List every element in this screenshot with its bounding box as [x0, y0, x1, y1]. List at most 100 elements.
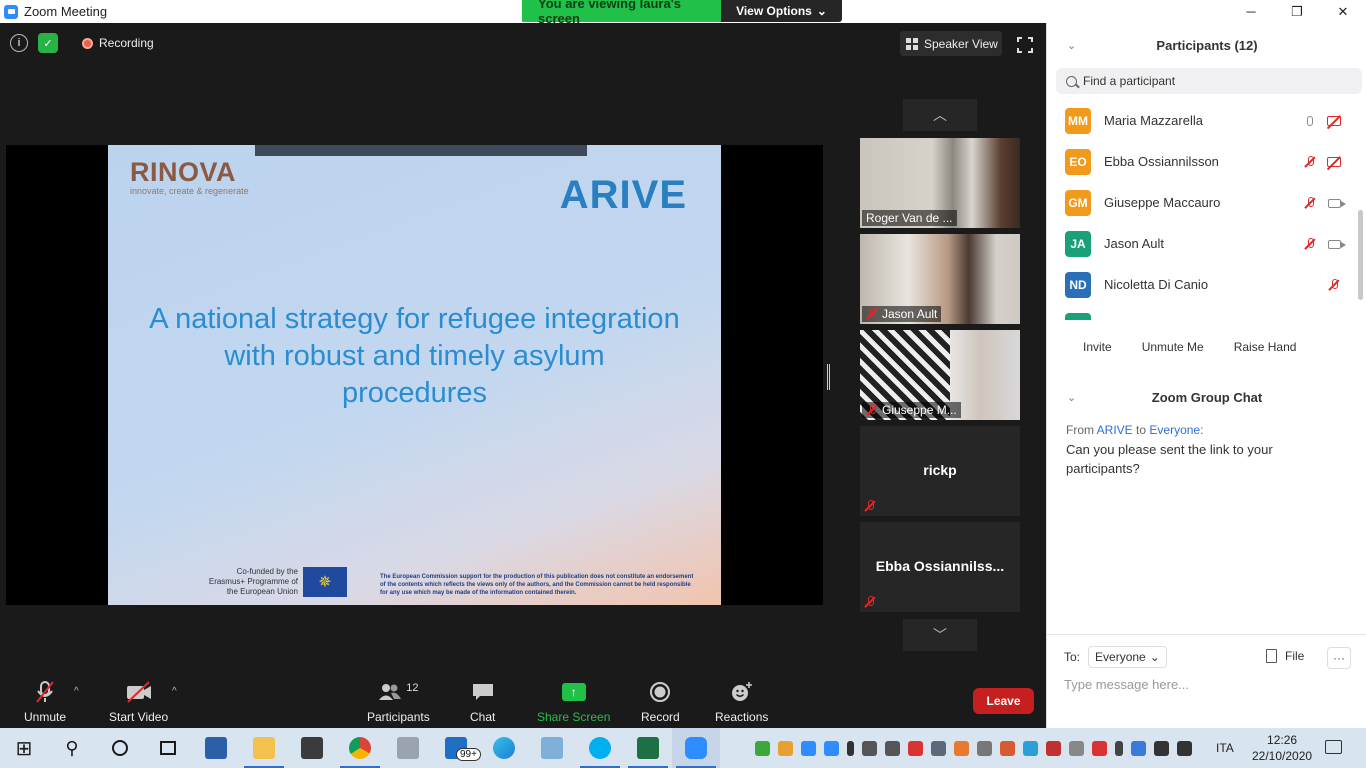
tray-icon[interactable] [1046, 740, 1061, 756]
chat-message-input[interactable] [1064, 677, 1354, 692]
unmute-me-button[interactable]: Unmute Me [1136, 336, 1210, 358]
search-button[interactable]: ⚲ [48, 728, 96, 768]
more-options-button[interactable]: ··· [1327, 647, 1351, 669]
recording-indicator[interactable]: Recording [82, 36, 154, 50]
volume-icon[interactable] [1177, 740, 1192, 756]
tray-icon[interactable] [1000, 740, 1015, 756]
taskbar-app[interactable] [672, 728, 720, 768]
participant-row[interactable]: JA Jason Ault [1047, 223, 1366, 264]
battery-icon[interactable] [1115, 740, 1123, 756]
view-options-button[interactable]: View Options ⌄ [721, 0, 842, 22]
participant-list: MM Maria Mazzarella EO Ebba Ossiannilsso… [1047, 100, 1366, 320]
video-off-icon[interactable] [1326, 113, 1342, 129]
shield-icon[interactable]: ✓ [38, 33, 58, 53]
raise-hand-button[interactable]: Raise Hand [1228, 336, 1303, 358]
tray-icon[interactable] [824, 740, 839, 756]
taskbar-app[interactable] [384, 728, 432, 768]
mic-muted-icon[interactable] [1326, 277, 1342, 293]
input-language[interactable]: ITA [1216, 741, 1234, 755]
task-view-button[interactable] [144, 728, 192, 768]
video-off-icon[interactable] [1326, 154, 1342, 170]
info-icon[interactable]: i [10, 34, 28, 52]
microphone-icon[interactable] [847, 740, 854, 756]
video-thumbnail[interactable]: Ebba Ossiannilss... [860, 522, 1020, 612]
tray-icon[interactable] [778, 740, 793, 756]
speaker-view-button[interactable]: Speaker View [900, 31, 1002, 56]
dropbox-icon[interactable] [931, 740, 946, 756]
recipient-select[interactable]: Everyone ⌄ [1088, 646, 1167, 668]
maximize-button[interactable]: ❐ [1274, 0, 1320, 23]
tray-icon[interactable] [1023, 740, 1038, 756]
thumbnails-scroll-down-button[interactable]: ﹀ [903, 619, 977, 651]
participant-row[interactable]: GM Giuseppe Maccauro [1047, 182, 1366, 223]
collapse-chat-icon[interactable]: ⌄ [1067, 391, 1076, 404]
tray-icon[interactable] [954, 740, 969, 756]
tray-icon[interactable] [755, 740, 770, 756]
participant-actions: Invite Unmute Me Raise Hand [1047, 336, 1366, 358]
mic-icon[interactable] [1302, 113, 1318, 129]
tray-icon[interactable] [908, 740, 923, 756]
taskbar-app[interactable] [336, 728, 384, 768]
participant-row[interactable] [1047, 305, 1366, 320]
taskbar-app[interactable]: 99+ [432, 728, 481, 768]
taskbar-app[interactable] [192, 728, 240, 768]
invite-button[interactable]: Invite [1077, 336, 1118, 358]
participant-row[interactable]: MM Maria Mazzarella [1047, 100, 1366, 141]
file-button[interactable]: File [1266, 649, 1304, 663]
video-thumbnail[interactable]: Jason Ault [860, 234, 1020, 324]
participants-button[interactable]: 12 Participants [367, 680, 430, 724]
start-video-button[interactable]: Start Video [109, 680, 168, 724]
search-placeholder: Find a participant [1083, 74, 1176, 88]
video-thumbnail[interactable]: Roger Van de ... [860, 138, 1020, 228]
tray-icon[interactable] [801, 740, 816, 756]
chat-button[interactable]: Chat [470, 680, 495, 724]
participant-search[interactable]: Find a participant [1056, 68, 1362, 94]
chat-message-text: Can you please sent the link to your par… [1066, 442, 1273, 476]
close-button[interactable]: ✕ [1320, 0, 1366, 23]
tray-icon[interactable] [1092, 740, 1107, 756]
start-button[interactable]: ⊞ [0, 728, 48, 768]
video-icon[interactable] [1326, 195, 1346, 211]
taskbar-app[interactable] [624, 728, 672, 768]
network-icon[interactable] [1154, 740, 1169, 756]
video-icon[interactable] [1326, 236, 1346, 252]
video-thumbnail[interactable]: rickp [860, 426, 1020, 516]
tray-icon[interactable] [1069, 740, 1084, 756]
tray-icon[interactable] [862, 740, 877, 756]
thumbnail-name: rickp [923, 462, 957, 478]
sender-name[interactable]: ARIVE [1097, 423, 1133, 437]
audio-options-caret[interactable]: ^ [74, 686, 79, 697]
participant-row[interactable]: ND Nicoletta Di Canio [1047, 264, 1366, 305]
cortana-button[interactable] [96, 728, 144, 768]
mic-muted-icon[interactable] [1302, 154, 1318, 170]
notifications-icon[interactable] [1325, 740, 1342, 754]
taskbar-app[interactable] [480, 728, 528, 768]
video-thumbnail[interactable]: Giuseppe M... [860, 330, 1020, 420]
minimize-button[interactable]: ─ [1228, 0, 1274, 23]
taskbar-app[interactable] [528, 728, 576, 768]
mic-muted-icon[interactable] [1302, 236, 1318, 252]
chat-message-meta: From ARIVE to Everyone: [1066, 423, 1203, 437]
system-clock[interactable]: 12:26 22/10/2020 [1252, 732, 1312, 764]
split-resize-handle[interactable] [827, 364, 830, 390]
video-options-caret[interactable]: ^ [172, 686, 177, 697]
unmute-button[interactable]: Unmute [24, 680, 66, 724]
share-screen-button[interactable]: ↑ Share Screen [537, 680, 610, 724]
mic-muted-icon[interactable] [1302, 195, 1318, 211]
reactions-button[interactable]: Reactions [715, 680, 768, 724]
recipient-name[interactable]: Everyone: [1149, 423, 1203, 437]
tray-icon[interactable] [977, 740, 992, 756]
thumbnails-scroll-up-button[interactable]: ︿ [903, 99, 977, 131]
record-button[interactable]: Record [641, 680, 680, 724]
collapse-participants-icon[interactable]: ⌄ [1067, 39, 1076, 52]
participants-icon: 12 [378, 680, 418, 704]
leave-button[interactable]: Leave [973, 688, 1034, 714]
taskbar-app[interactable] [576, 728, 624, 768]
bluetooth-icon[interactable] [1131, 740, 1146, 756]
taskbar-app[interactable] [288, 728, 336, 768]
fullscreen-icon[interactable] [1016, 36, 1034, 54]
tray-icon[interactable] [885, 740, 900, 756]
taskbar-app[interactable] [240, 728, 288, 768]
participant-list-scrollbar[interactable] [1358, 210, 1363, 300]
participant-row[interactable]: EO Ebba Ossiannilsson [1047, 141, 1366, 182]
